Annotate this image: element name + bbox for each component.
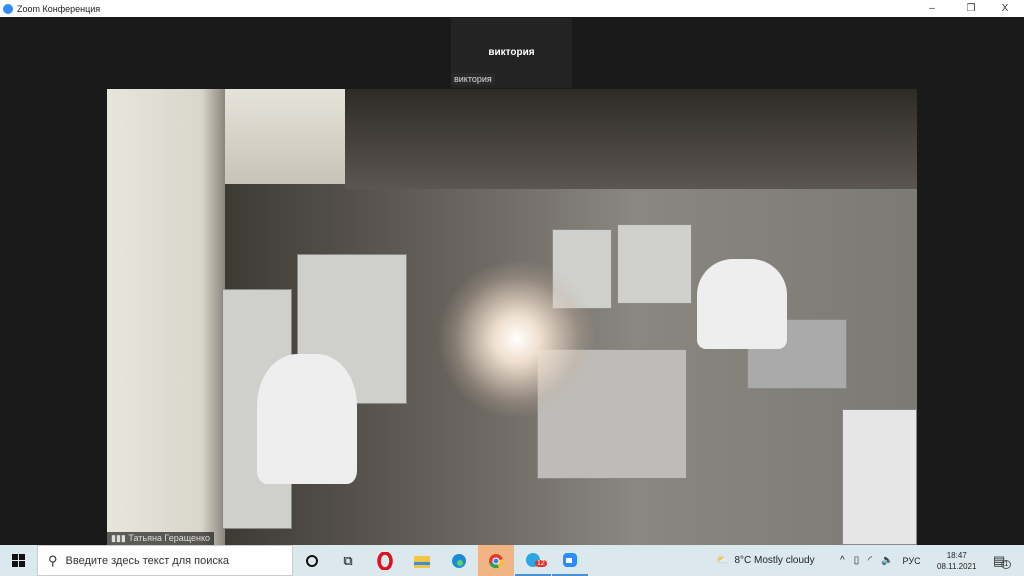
weather-widget[interactable]: ⛅ 8°C Mostly cloudy	[716, 545, 815, 576]
machine	[842, 409, 917, 545]
clock-time: 18:47	[946, 550, 967, 560]
weather-desc: Mostly cloudy	[754, 555, 815, 566]
chevron-up-icon[interactable]: ^	[840, 555, 845, 566]
chrome-icon[interactable]	[478, 545, 514, 576]
zoom-logo-icon	[3, 3, 13, 14]
book-page-left	[107, 89, 225, 545]
welding-glow	[437, 259, 597, 419]
zoom-taskbar-icon[interactable]	[552, 545, 588, 576]
weather-icon: ⛅	[716, 555, 729, 566]
volume-muted-icon[interactable]: 🔈	[881, 555, 893, 566]
shared-screen	[107, 89, 917, 545]
meet-now-icon[interactable]: ▯	[854, 555, 860, 566]
file-explorer-icon[interactable]	[404, 545, 440, 576]
control-panel	[617, 224, 692, 304]
presenter-label: ▮▮▮ Татьяна Геращенко	[107, 532, 215, 545]
search-placeholder: Введите здесь текст для поиска	[65, 554, 230, 567]
windows-start-icon[interactable]	[0, 545, 37, 576]
clock[interactable]: 18:47 08.11.2021	[937, 545, 976, 576]
cortana-icon[interactable]	[294, 545, 330, 576]
worker	[257, 354, 357, 484]
search-box[interactable]: ⚲ Введите здесь текст для поиска	[37, 545, 293, 576]
language-indicator[interactable]: РУС	[903, 556, 921, 566]
worker	[697, 259, 787, 349]
wifi-icon[interactable]: ◜	[868, 555, 872, 566]
participant-name: виктория	[488, 47, 535, 58]
notifications-icon[interactable]: ▤ 1	[993, 545, 1012, 576]
search-icon: ⚲	[48, 552, 58, 568]
presenter-name: Татьяна Геращенко	[128, 533, 211, 543]
telegram-badge: 12	[535, 560, 547, 567]
clock-date: 08.11.2021	[937, 561, 977, 571]
minimize-button[interactable]: –	[917, 0, 947, 17]
participant-label: виктория	[451, 73, 495, 85]
edge-icon[interactable]	[441, 545, 477, 576]
telegram-icon[interactable]: 12	[515, 545, 551, 576]
weather-temp: 8°C	[734, 555, 752, 566]
notifications-count: 1	[1001, 560, 1012, 569]
system-tray: ^ ▯ ◜ 🔈 РУС	[840, 545, 921, 576]
opera-icon[interactable]	[367, 545, 403, 576]
title-bar: Zoom Конференция – ❐ X	[0, 0, 1024, 17]
close-button[interactable]: X	[990, 0, 1020, 17]
book-page-top	[225, 89, 345, 184]
task-view-icon[interactable]: ⧉	[330, 545, 366, 576]
restore-button[interactable]: ❐	[956, 0, 986, 17]
window-title: Zoom Конференция	[17, 3, 101, 14]
factory-ceiling	[345, 89, 917, 189]
